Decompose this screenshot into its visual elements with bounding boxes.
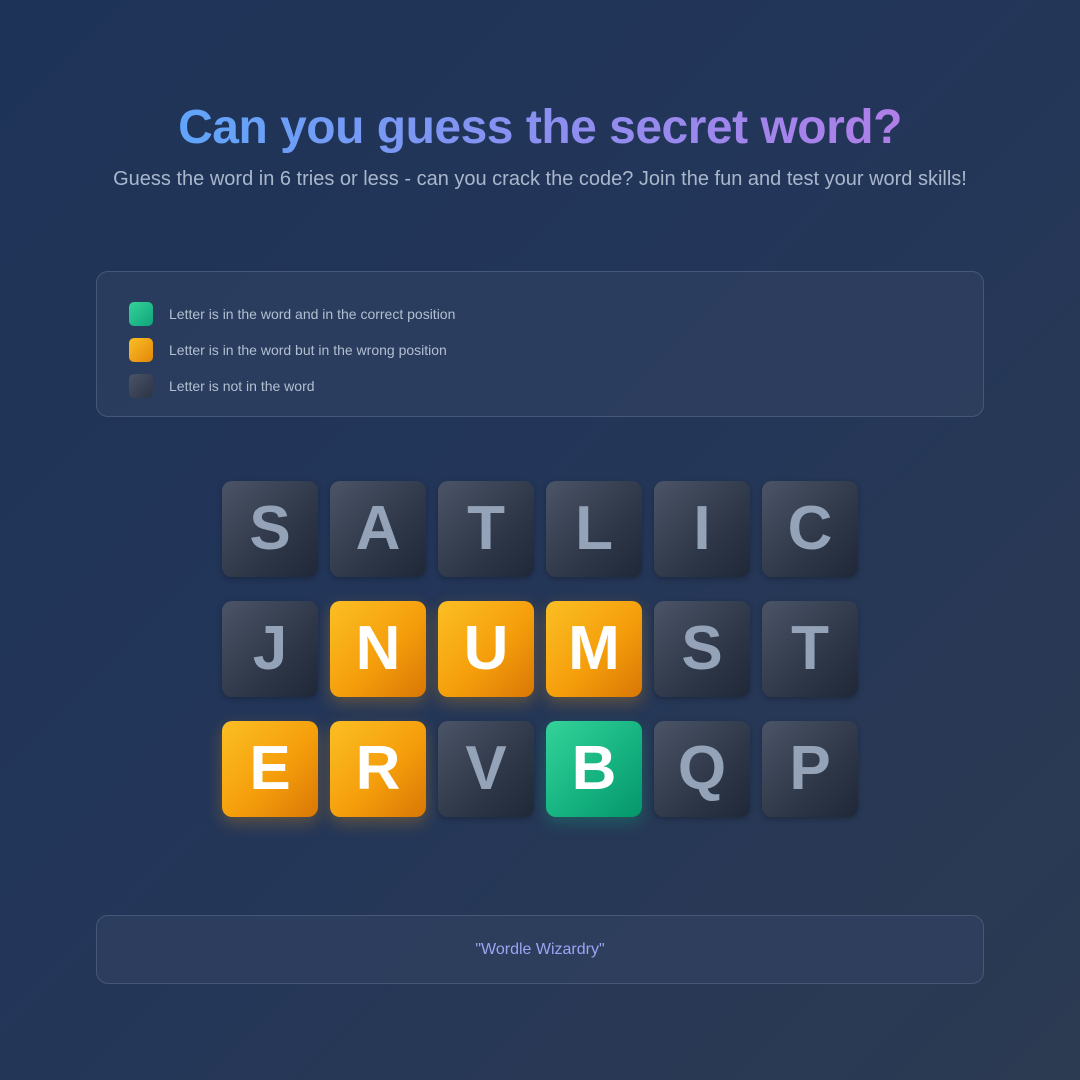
- footer-text: "Wordle Wizardry": [475, 940, 605, 958]
- letter-tile-absent: P: [762, 721, 858, 817]
- page-subtitle: Guess the word in 6 tries or less - can …: [113, 168, 967, 190]
- footer-panel: "Wordle Wizardry": [96, 915, 984, 984]
- letter-tile-absent: S: [654, 601, 750, 697]
- letter-tile-absent: I: [654, 481, 750, 577]
- legend-panel: Letter is in the word and in the correct…: [96, 271, 984, 417]
- letter-tile-present: N: [330, 601, 426, 697]
- absent-swatch: [129, 374, 153, 398]
- page-title: Can you guess the secret word?: [178, 101, 902, 154]
- correct-swatch: [129, 302, 153, 326]
- letter-tile-present: E: [222, 721, 318, 817]
- letter-tile-absent: Q: [654, 721, 750, 817]
- letter-tile-present: U: [438, 601, 534, 697]
- letter-tile-absent: L: [546, 481, 642, 577]
- present-swatch: [129, 338, 153, 362]
- game-board: SATLICJNUMSTERVBQP: [222, 481, 858, 817]
- legend-label: Letter is in the word but in the wrong p…: [169, 342, 447, 358]
- letter-tile-absent: V: [438, 721, 534, 817]
- letter-tile-absent: S: [222, 481, 318, 577]
- legend-item-present: Letter is in the word but in the wrong p…: [129, 332, 951, 368]
- letter-tile-absent: C: [762, 481, 858, 577]
- letter-tile-absent: T: [762, 601, 858, 697]
- legend-label: Letter is in the word and in the correct…: [169, 306, 456, 322]
- letter-tile-correct: B: [546, 721, 642, 817]
- letter-tile-absent: A: [330, 481, 426, 577]
- header: Can you guess the secret word? Guess the…: [0, 100, 1080, 192]
- legend-item-absent: Letter is not in the word: [129, 368, 951, 404]
- letter-tile-absent: J: [222, 601, 318, 697]
- legend-item-correct: Letter is in the word and in the correct…: [129, 296, 951, 332]
- letter-tile-absent: T: [438, 481, 534, 577]
- letter-tile-present: M: [546, 601, 642, 697]
- legend-label: Letter is not in the word: [169, 378, 315, 394]
- letter-tile-present: R: [330, 721, 426, 817]
